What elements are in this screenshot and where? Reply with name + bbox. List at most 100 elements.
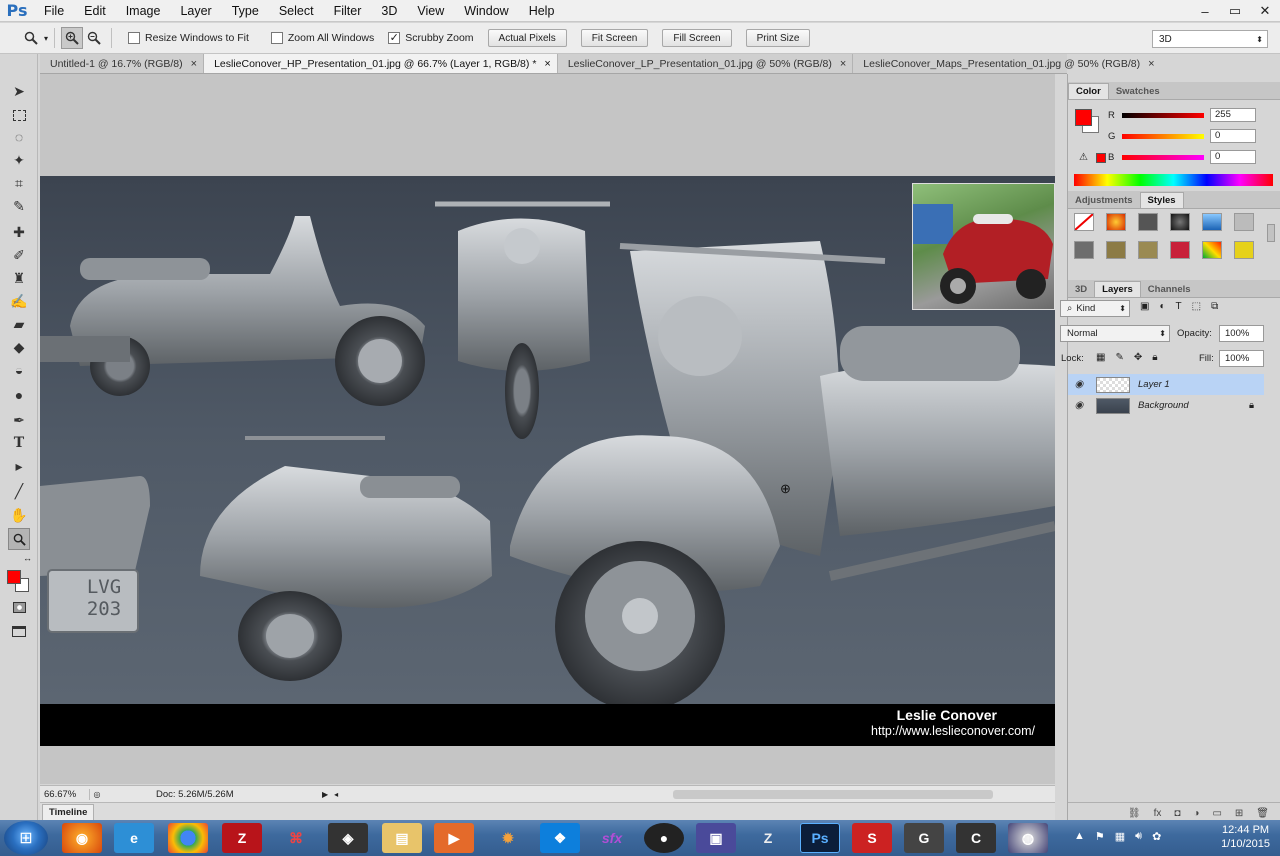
layer-row-layer-1[interactable]: ◉ Layer 1 [1068, 374, 1264, 395]
type-filter-icon[interactable]: T [1176, 301, 1182, 312]
scrubby-zoom-checkbox[interactable]: ✓ Scrubby Zoom [388, 32, 474, 44]
style-swatch-9[interactable] [1138, 241, 1158, 259]
foreground-color-swatch[interactable] [7, 570, 21, 584]
blend-mode-select[interactable]: Normal ⬍ [1060, 325, 1170, 342]
app-ball-icon[interactable]: ◍ [1008, 823, 1048, 853]
tab-swatches[interactable]: Swatches [1109, 83, 1167, 99]
layer-row-background[interactable]: ◉ Background 🔒︎ [1068, 395, 1264, 416]
smart-object-filter-icon[interactable]: ⧉ [1211, 301, 1218, 312]
clone-stamp-tool-icon[interactable]: ♜ [8, 267, 30, 289]
style-swatch-6[interactable] [1234, 213, 1254, 231]
style-swatch-3[interactable] [1138, 213, 1158, 231]
lock-pixels-icon[interactable]: ✎ [1115, 352, 1123, 363]
adjustment-layer-icon[interactable]: ◑ [1193, 808, 1199, 819]
menu-filter[interactable]: Filter [324, 0, 372, 22]
substance-icon[interactable]: S [852, 823, 892, 853]
visibility-eye-icon[interactable]: ◉ [1070, 400, 1088, 411]
trash-icon[interactable]: 🗑︎ [1256, 808, 1269, 819]
shape-filter-icon[interactable]: ⬚ [1192, 301, 1201, 312]
tab-layers[interactable]: Layers [1094, 281, 1141, 297]
r-value-field[interactable]: 255 [1210, 108, 1256, 122]
close-tab-icon[interactable]: × [191, 58, 197, 70]
internet-explorer-icon[interactable]: e [114, 823, 154, 853]
tab-3d[interactable]: 3D [1068, 281, 1094, 297]
zoom-tool-selected-icon[interactable] [8, 528, 30, 550]
restore-button[interactable]: ▭ [1220, 0, 1250, 22]
sfx-icon[interactable]: sfx [592, 823, 632, 853]
blue-slider[interactable] [1122, 154, 1204, 160]
clock[interactable]: 12:44 PM 1/10/2015 [1221, 823, 1270, 851]
actual-pixels-button[interactable]: Actual Pixels [487, 29, 567, 47]
style-swatch-7[interactable] [1074, 241, 1094, 259]
media-player-icon[interactable]: ▶ [434, 823, 474, 853]
timeline-tab[interactable]: Timeline [42, 804, 95, 820]
lasso-tool-icon[interactable]: ◌ [8, 126, 30, 148]
swap-colors-icon[interactable]: ↔ [23, 553, 32, 563]
tool-preset-arrow-icon[interactable]: ▾ [44, 34, 48, 43]
eyedropper-tool-icon[interactable]: ✎ [8, 195, 30, 217]
fill-screen-button[interactable]: Fill Screen [662, 29, 732, 47]
tab-hp-presentation[interactable]: LeslieConover_HP_Presentation_01.jpg @ 6… [204, 54, 558, 73]
tab-maps-presentation[interactable]: LeslieConover_Maps_Presentation_01.jpg @… [853, 54, 1160, 73]
zoom-in-icon[interactable] [61, 27, 84, 49]
style-swatch-10[interactable] [1170, 241, 1190, 259]
visibility-eye-icon[interactable]: ◉ [1070, 379, 1088, 390]
style-swatch-12[interactable] [1234, 241, 1254, 259]
minimize-button[interactable]: – [1190, 0, 1220, 22]
quick-select-tool-icon[interactable]: ✦ [8, 149, 30, 171]
styles-scrollbar[interactable] [1267, 224, 1275, 242]
menu-view[interactable]: View [407, 0, 454, 22]
zoom-tool-icon[interactable] [20, 27, 42, 49]
menu-3d[interactable]: 3D [371, 0, 407, 22]
style-swatch-4[interactable] [1170, 213, 1190, 231]
green-slider[interactable] [1122, 133, 1204, 139]
link-layers-icon[interactable]: ⛓ [1128, 808, 1141, 819]
layer-filter-select[interactable]: ⌕ Kind ⬍ [1060, 300, 1130, 317]
crop-tool-icon[interactable]: ⌗ [8, 172, 30, 194]
healing-brush-tool-icon[interactable]: ✚ [8, 221, 30, 243]
status-arrow-icon[interactable]: ▶ [322, 790, 328, 799]
tab-adjustments[interactable]: Adjustments [1068, 192, 1140, 208]
volume-icon[interactable]: 🔊︎ [1135, 830, 1142, 843]
tray-app-icon[interactable]: ✿ [1152, 830, 1161, 843]
horizontal-scrollbar-thumb[interactable] [673, 790, 993, 799]
b-value-field[interactable]: 0 [1210, 150, 1256, 164]
checkbox-box[interactable] [270, 32, 283, 44]
bomb-icon[interactable]: ● [644, 823, 684, 853]
menu-window[interactable]: Window [454, 0, 518, 22]
screen-mode-icon[interactable] [8, 620, 30, 642]
style-swatch-11[interactable] [1202, 241, 1222, 259]
status-menu-icon[interactable]: ◎ [90, 790, 104, 799]
fx-icon[interactable]: fx [1154, 808, 1162, 819]
paint-bucket-tool-icon[interactable]: ◆ [8, 336, 30, 358]
zoom-level-field[interactable]: 66.67% [40, 788, 90, 800]
menu-file[interactable]: File [34, 0, 74, 22]
app-c-icon[interactable]: C [956, 823, 996, 853]
sketchbook-icon[interactable]: ⌘ [276, 823, 316, 853]
close-button[interactable]: ✕ [1250, 0, 1280, 22]
menu-type[interactable]: Type [222, 0, 269, 22]
firefox-icon[interactable]: ◉ [62, 823, 102, 853]
move-tool-icon[interactable]: ➤ [8, 80, 30, 102]
line-tool-icon[interactable]: ╱ [8, 480, 30, 502]
menu-help[interactable]: Help [519, 0, 565, 22]
flag-icon[interactable]: ⚑ [1095, 830, 1105, 843]
close-tab-icon[interactable]: × [840, 58, 846, 70]
lock-position-icon[interactable]: ✥ [1134, 352, 1142, 363]
style-swatch-8[interactable] [1106, 241, 1126, 259]
zoom-all-windows-checkbox[interactable]: Zoom All Windows [270, 32, 374, 44]
new-layer-icon[interactable]: ⊞ [1235, 808, 1243, 819]
lock-transparent-icon[interactable]: ▦ [1096, 352, 1105, 363]
fill-field[interactable]: 100% [1219, 350, 1264, 367]
menu-edit[interactable]: Edit [74, 0, 116, 22]
quick-mask-icon[interactable] [8, 596, 30, 618]
zbrush-icon[interactable]: Z [748, 823, 788, 853]
pen-tool-icon[interactable]: ✒ [8, 409, 30, 431]
filezilla-icon[interactable]: Z [222, 823, 262, 853]
eraser-tool-icon[interactable]: ▰ [8, 313, 30, 335]
brush-tool-icon[interactable]: ✐ [8, 244, 30, 266]
start-button[interactable]: ⊞ [4, 821, 48, 855]
menu-layer[interactable]: Layer [170, 0, 221, 22]
fit-screen-button[interactable]: Fit Screen [580, 29, 649, 47]
document-canvas[interactable]: LVG 203 Leslie Conover http://www.leslie… [40, 176, 1055, 746]
